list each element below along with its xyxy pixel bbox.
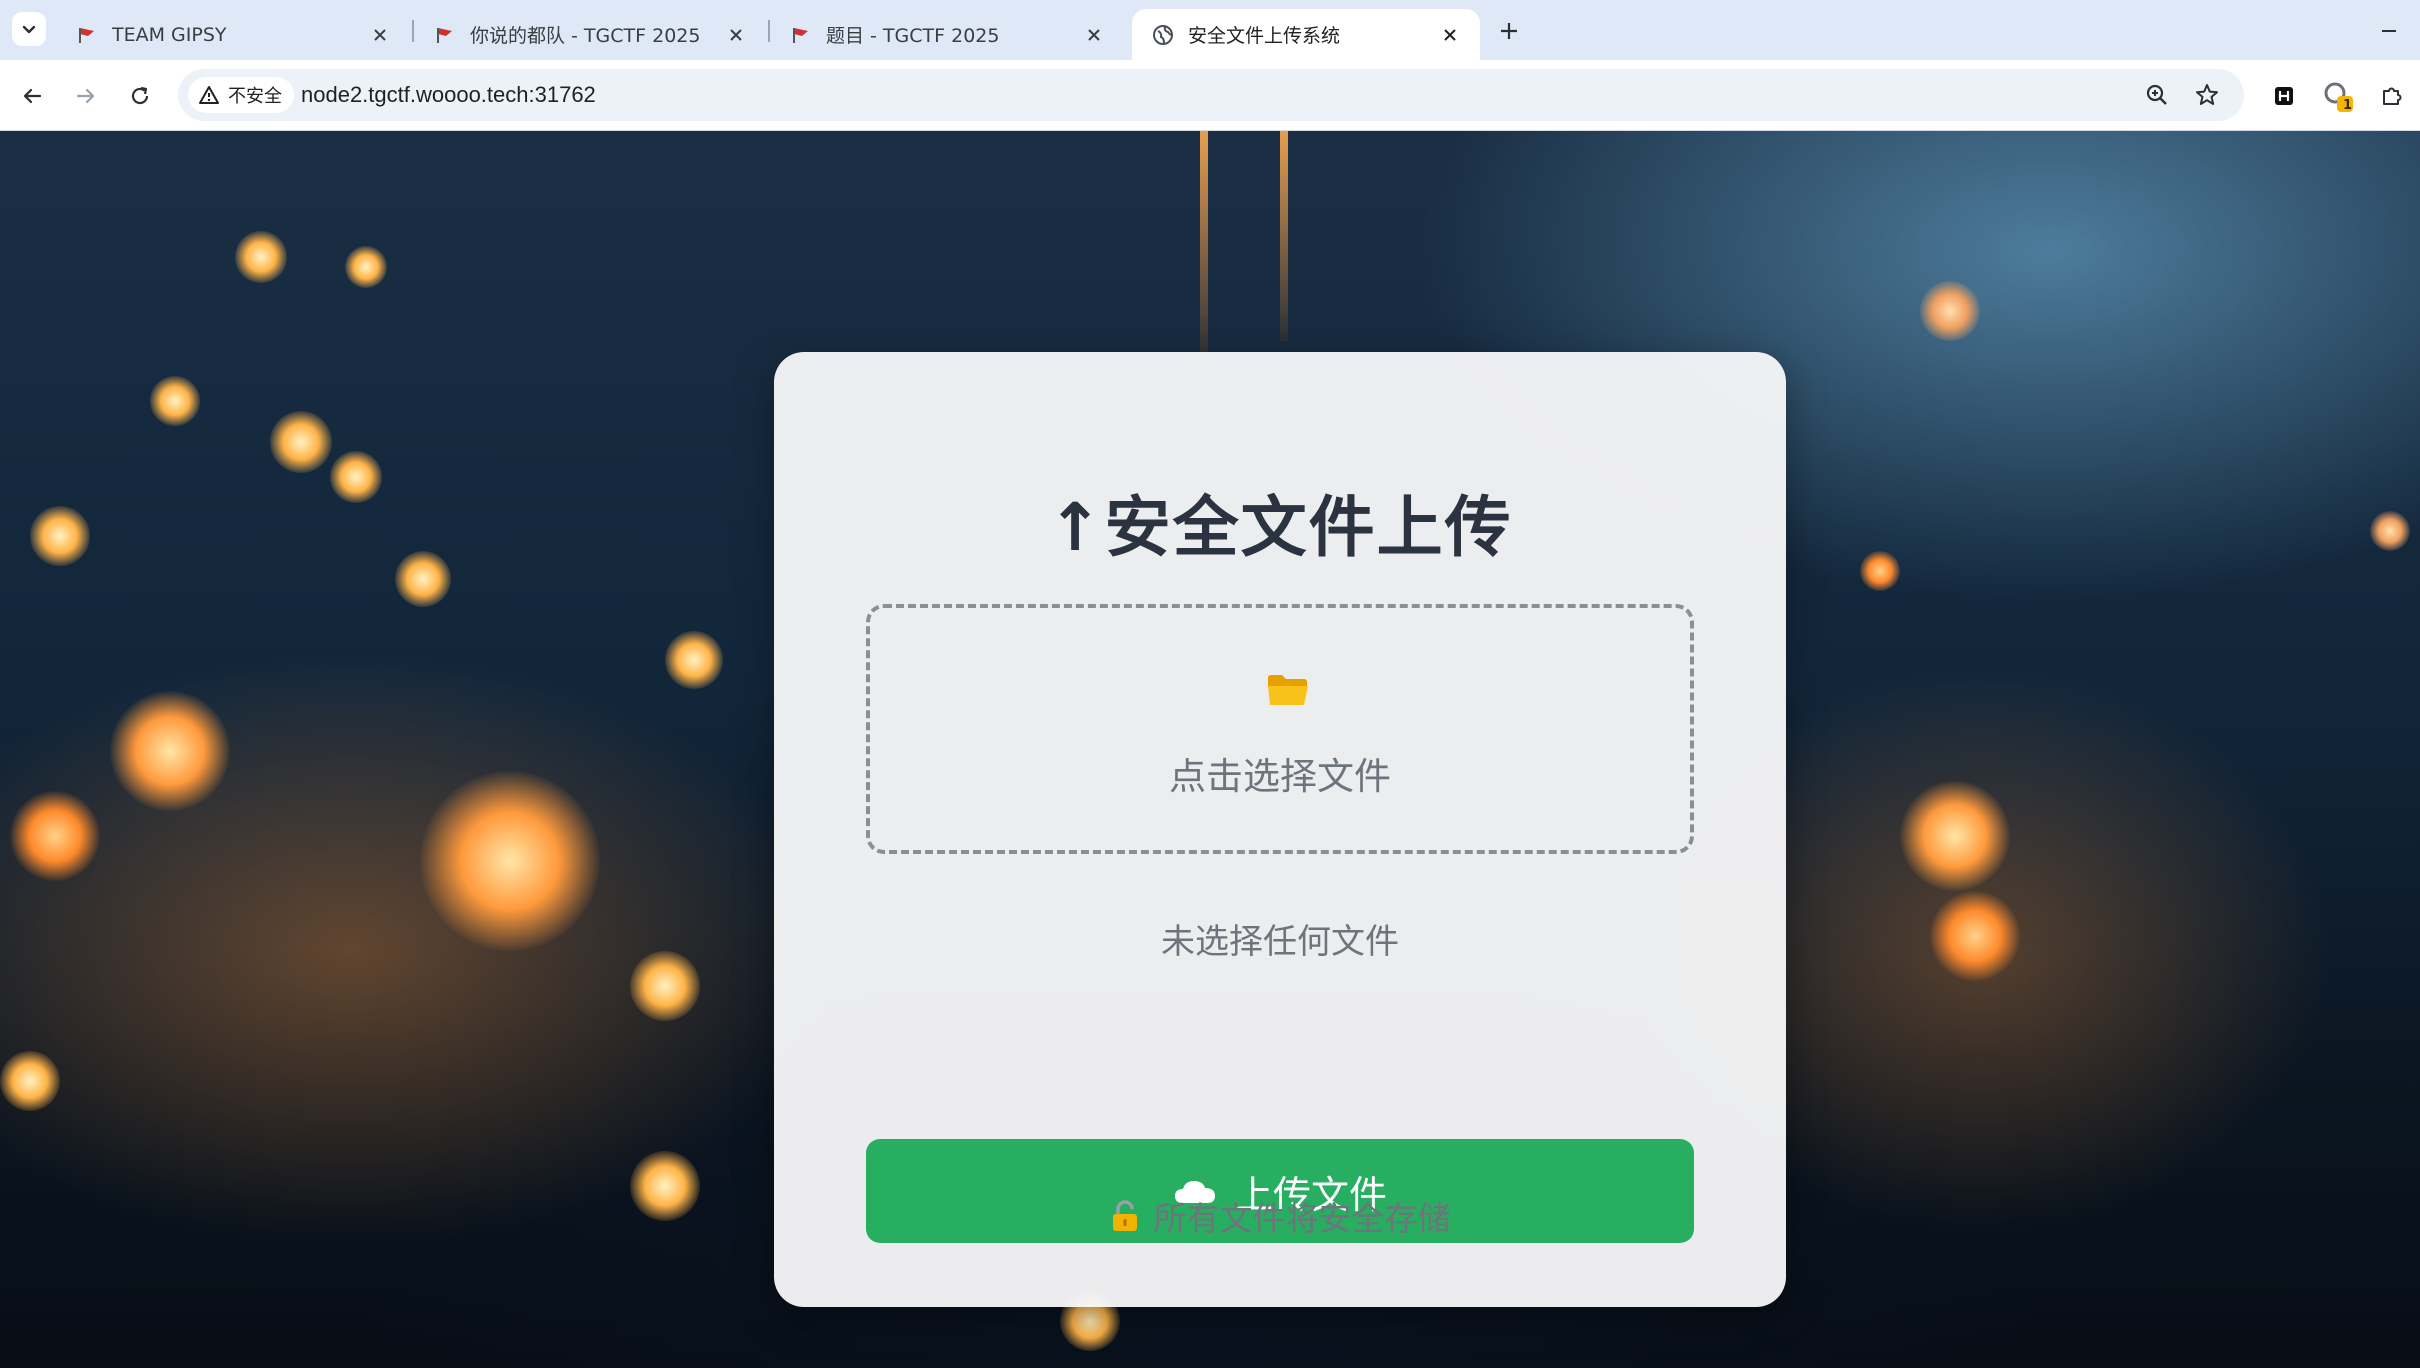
bokeh-light (630, 1151, 700, 1221)
light-beam (1200, 131, 1208, 361)
bokeh-light (1860, 551, 1900, 591)
light-beam (1280, 131, 1288, 341)
bokeh-light (10, 791, 100, 881)
new-tab-button[interactable] (1492, 14, 1526, 48)
extensions-button[interactable] (2372, 76, 2412, 116)
back-button[interactable] (12, 76, 52, 116)
tab-challenges[interactable]: 题目 - TGCTF 2025 (770, 9, 1124, 60)
extension-h-icon (2275, 87, 2293, 105)
bokeh-light (2370, 511, 2410, 551)
browser-tab-bar: TEAM GIPSY 你说的都队 - TGCTF 2025 题目 - TGCTF… (0, 0, 2420, 60)
url-text[interactable]: node2.tgctf.woooo.tech:31762 (301, 69, 596, 121)
close-icon[interactable] (366, 21, 394, 49)
minimize-window-button[interactable] (2372, 14, 2406, 48)
tab-title: 你说的都队 - TGCTF 2025 (470, 25, 701, 47)
address-bar[interactable]: 不安全 node2.tgctf.woooo.tech:31762 (178, 69, 2244, 121)
tab-team-page[interactable]: 你说的都队 - TGCTF 2025 (414, 9, 766, 60)
file-dropzone[interactable]: 点击选择文件 (866, 604, 1694, 854)
bokeh-light (1900, 781, 2010, 891)
bokeh-light (1920, 281, 1980, 341)
page-viewport: ↑安全文件上传 点击选择文件 未选择任何文件 上传文件 所有文件将安全存储 (0, 131, 2420, 1368)
extension-badge-count: 1 (2343, 98, 2353, 113)
warning-icon (199, 86, 219, 104)
bokeh-light (150, 376, 200, 426)
bokeh-light (330, 451, 382, 503)
lock-icon (1112, 1200, 1137, 1231)
bookmark-star-icon[interactable] (2192, 80, 2222, 110)
security-label: 不安全 (228, 86, 282, 107)
plus-icon (1501, 23, 1517, 39)
bokeh-light (270, 411, 332, 473)
security-note-text: 所有文件将安全存储 (1153, 1199, 1451, 1238)
bokeh-light (395, 551, 451, 607)
bokeh-light (1930, 891, 2020, 981)
upload-card: ↑安全文件上传 点击选择文件 未选择任何文件 上传文件 所有文件将安全存储 (774, 352, 1786, 1307)
tab-title: TEAM GIPSY (112, 23, 227, 46)
red-flag-icon (76, 24, 98, 46)
bokeh-light (420, 771, 600, 951)
arrow-left-icon (23, 88, 42, 104)
puzzle-icon (2383, 87, 2402, 105)
close-icon[interactable] (722, 21, 750, 49)
tab-title: 题目 - TGCTF 2025 (826, 25, 1000, 47)
file-status-text: 未选择任何文件 (1161, 922, 1399, 962)
security-note: 所有文件将安全存储 (774, 1192, 1786, 1240)
bokeh-light (665, 631, 723, 689)
chevron-down-icon (22, 25, 36, 34)
tab-title: 安全文件上传系统 (1188, 25, 1341, 47)
security-indicator[interactable]: 不安全 (188, 77, 294, 113)
close-icon[interactable] (1080, 21, 1108, 49)
globe-icon (1152, 24, 1174, 46)
arrow-right-icon (76, 88, 95, 104)
bokeh-light (0, 1051, 60, 1111)
bokeh-light (345, 246, 387, 288)
reload-button[interactable] (120, 76, 160, 116)
dropzone-label: 点击选择文件 (1169, 755, 1391, 798)
tab-search-button[interactable] (12, 12, 46, 46)
red-flag-icon (434, 24, 456, 46)
tab-team-gipsy[interactable]: TEAM GIPSY (56, 9, 410, 60)
extension-h-button[interactable] (2264, 76, 2304, 116)
bokeh-light (30, 506, 90, 566)
bokeh-light (630, 951, 700, 1021)
bokeh-light (110, 691, 230, 811)
folder-icon (1268, 675, 1308, 705)
bokeh-light (235, 231, 287, 283)
tab-upload-system[interactable]: 安全文件上传系统 (1132, 9, 1480, 60)
extension-badge-button[interactable]: 1 (2318, 76, 2358, 116)
zoom-icon[interactable] (2142, 80, 2172, 110)
forward-button[interactable] (66, 76, 106, 116)
page-title: ↑安全文件上传 (1047, 489, 1513, 566)
browser-toolbar: 不安全 node2.tgctf.woooo.tech:31762 1 (0, 60, 2420, 131)
minimize-icon (2382, 30, 2396, 32)
red-flag-icon (790, 24, 812, 46)
reload-icon (131, 86, 149, 105)
close-icon[interactable] (1436, 21, 1464, 49)
